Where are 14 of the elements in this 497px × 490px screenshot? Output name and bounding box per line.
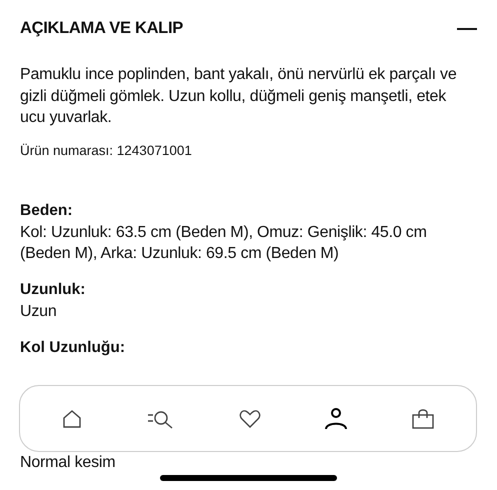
attribute-value: Uzun (20, 302, 58, 322)
product-number: Ürün numarası: 1243071001 (20, 142, 193, 158)
heart-icon (238, 408, 261, 428)
attribute-label: Uzunluk: (20, 280, 86, 300)
description-text: Pamuklu ince poplinden, bant yakalı, önü nervürlü ek parçalı ve gizli düğmeli gömlek. Uzun kollu, düğmeli geniş manşetli, etek ucu yuvarlak. (20, 65, 458, 128)
attribute-label: Beden: (20, 200, 74, 220)
section-title: AÇIKLAMA VE KALIP (20, 19, 183, 38)
person-icon (325, 408, 348, 430)
home-icon (62, 408, 82, 428)
search-icon (146, 408, 175, 428)
bag-icon (412, 408, 434, 428)
attribute-value: Kol: Uzunluk: 63.5 cm (Beden M), Omuz: Genişlik: 45.0 cm (Beden M), Arka: Uzunluk: 69.5 cm (Beden M) (20, 222, 428, 264)
attribute-value: Normal kesim (20, 452, 116, 472)
attribute-label: Kol Uzunluğu: (20, 338, 126, 358)
